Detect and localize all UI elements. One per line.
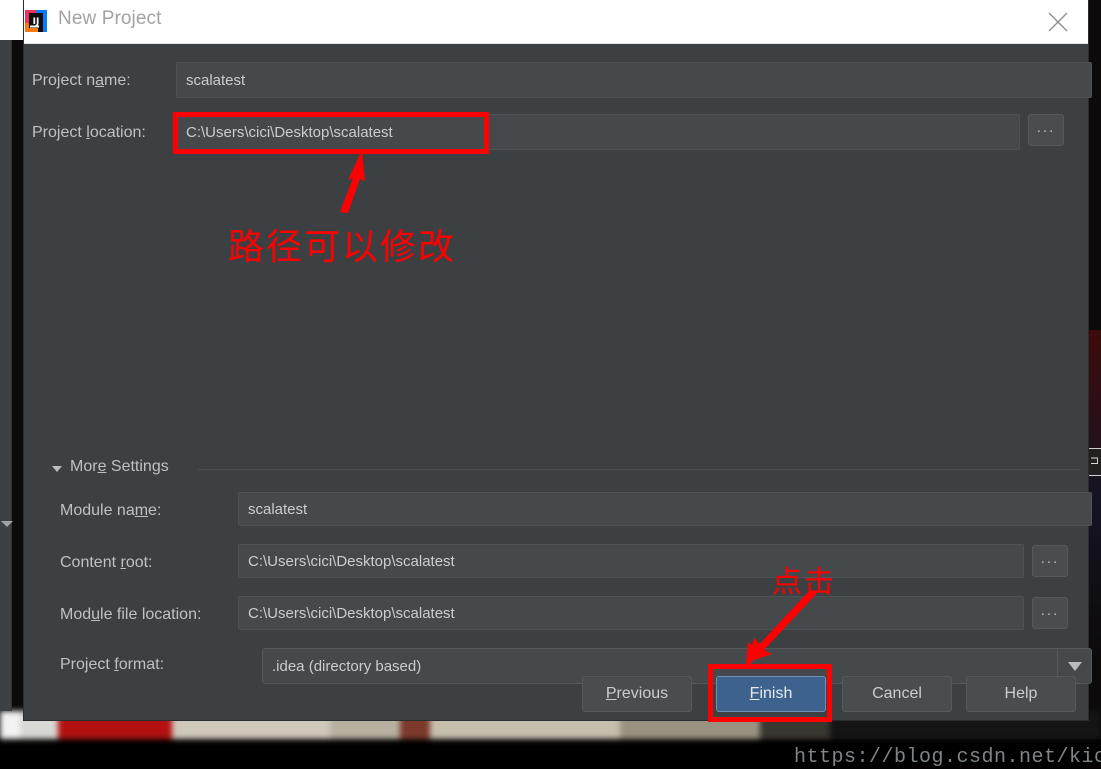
background-window-edge: ⊐ — [1087, 448, 1101, 476]
module-name-input[interactable]: scalatest — [238, 492, 1092, 526]
dialog-titlebar: IJ New Project — [24, 0, 1088, 44]
finish-button[interactable]: Finish — [716, 676, 826, 712]
cancel-button[interactable]: Cancel — [842, 676, 952, 712]
project-location-browse-button[interactable]: ... — [1028, 114, 1064, 146]
project-format-value: .idea (directory based) — [272, 657, 422, 675]
module-file-location-input[interactable]: C:\Users\cici\Desktop\scalatest — [238, 596, 1024, 630]
more-settings-label: More Settings — [70, 458, 169, 475]
module-file-location-label: Module file location: — [60, 606, 202, 623]
background-window-left-panel — [0, 40, 12, 711]
new-project-dialog: IJ New Project Project name: scalatest P… — [24, 0, 1101, 769]
module-name-label: Module name: — [60, 502, 162, 519]
section-divider — [198, 469, 1080, 470]
project-location-label: Project location: — [32, 124, 146, 141]
project-name-label: Project name: — [32, 72, 131, 89]
project-name-input[interactable]: scalatest — [176, 62, 1092, 98]
project-location-input[interactable]: C:\Users\cici\Desktop\scalatest — [176, 114, 1020, 150]
dialog-title: New Project — [58, 8, 162, 29]
triangle-down-icon[interactable] — [52, 466, 62, 472]
module-file-location-browse-button[interactable]: ... — [1032, 597, 1068, 629]
content-root-label: Content root: — [60, 554, 153, 571]
content-root-browse-button[interactable]: ... — [1032, 545, 1068, 577]
intellij-idea-icon: IJ — [24, 9, 48, 33]
content-root-input[interactable]: C:\Users\cici\Desktop\scalatest — [238, 544, 1024, 578]
watermark: https://blog.csdn.net/kicilove — [794, 746, 1101, 769]
dialog-body: Project name: scalatest Project location… — [24, 44, 1101, 769]
background-window-top-left — [0, 0, 24, 40]
previous-button[interactable]: Previous — [582, 676, 692, 712]
more-settings-section-header[interactable]: More Settings — [32, 458, 1080, 480]
project-format-label: Project format: — [60, 656, 165, 673]
help-button[interactable]: Help — [966, 676, 1076, 712]
triangle-down-icon — [1, 521, 13, 527]
close-icon[interactable] — [1036, 0, 1080, 44]
